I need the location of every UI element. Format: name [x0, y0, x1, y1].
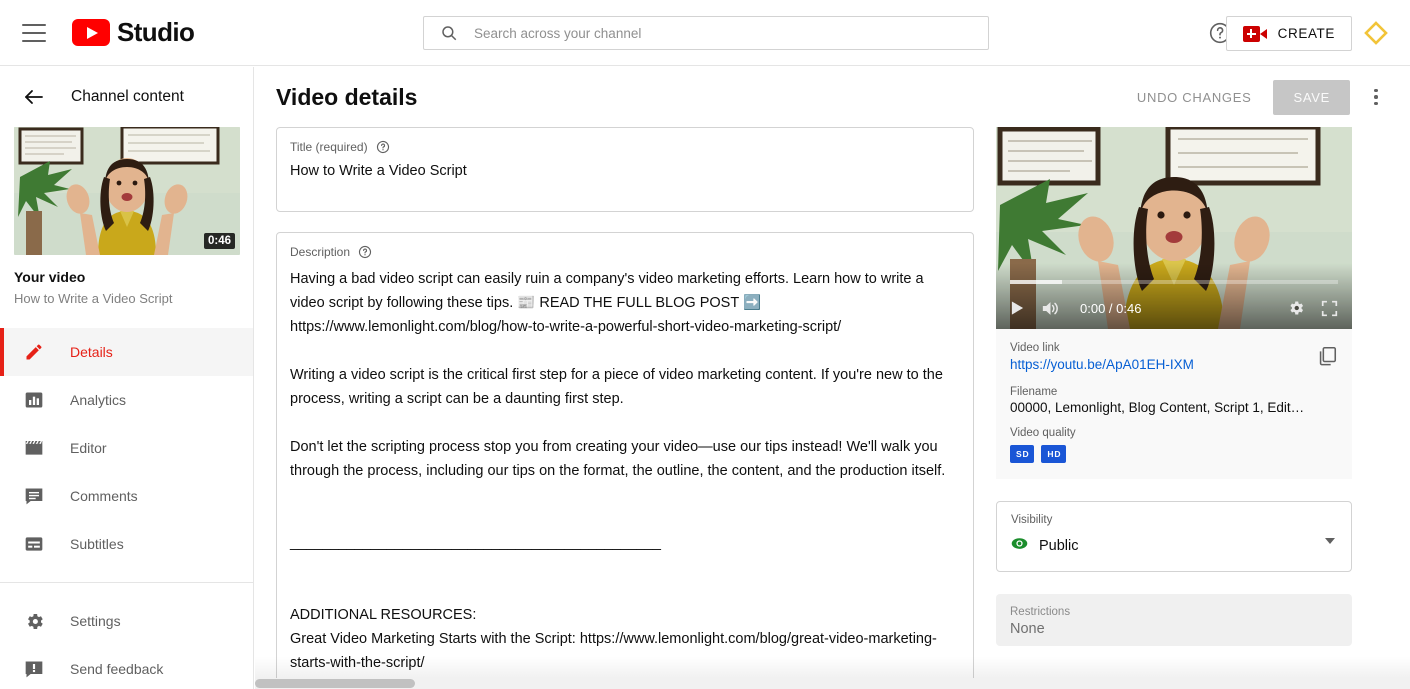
video-details-header: Video details UNDO CHANGES SAVE [255, 67, 1410, 127]
copy-icon[interactable] [1316, 345, 1338, 372]
sidebar-item-subtitles[interactable]: Subtitles [0, 520, 253, 568]
sidebar-divider [0, 582, 253, 583]
player-progress-filled [1010, 280, 1063, 284]
more-vertical-icon[interactable] [1364, 85, 1388, 109]
description-field-label-row: Description [290, 245, 960, 259]
comment-icon [22, 484, 46, 508]
details-left-column: Title (required) How to Write a Video Sc… [276, 127, 974, 689]
video-preview-box: 0:00 / 0:46 Video link https://youtu.be/… [996, 127, 1352, 479]
visibility-label: Visibility [1011, 514, 1053, 526]
title-input-value[interactable]: How to Write a Video Script [290, 162, 960, 182]
sidebar-item-label: Settings [70, 613, 121, 629]
clapperboard-icon [22, 436, 46, 460]
description-field-label: Description [290, 245, 351, 259]
description-field-card[interactable]: Description Having a bad video script ca… [276, 232, 974, 689]
main-content: Video details UNDO CHANGES SAVE Title (r… [255, 67, 1410, 689]
video-player[interactable]: 0:00 / 0:46 [996, 127, 1352, 329]
search-icon [440, 24, 458, 42]
quality-badge-sd: SD [1010, 445, 1035, 463]
sidebar-video-title: How to Write a Video Script [14, 291, 173, 306]
account-avatar-icon[interactable] [1364, 21, 1388, 45]
video-quality-block: Video quality SD HD [1010, 427, 1338, 463]
sidebar-item-label: Analytics [70, 392, 127, 408]
details-body: Title (required) How to Write a Video Sc… [255, 127, 1410, 689]
play-icon[interactable] [1010, 300, 1025, 316]
visibility-dropdown[interactable]: Visibility Public [996, 501, 1352, 572]
create-button-label: CREATE [1277, 26, 1335, 41]
video-link-value[interactable]: https://youtu.be/ApA01EH-IXM [1010, 357, 1194, 372]
title-field-label-row: Title (required) [290, 140, 960, 154]
description-input-value[interactable]: Having a bad video script can easily rui… [290, 267, 960, 689]
your-video-label: Your video [14, 269, 86, 285]
video-link-label: Video link [1010, 342, 1060, 354]
video-quality-badges: SD HD [1010, 445, 1338, 463]
quality-badge-hd: HD [1041, 445, 1067, 463]
sidebar-item-comments[interactable]: Comments [0, 472, 253, 520]
sidebar-item-label: Comments [70, 488, 138, 504]
filename-value: 00000, Lemonlight, Blog Content, Script … [1010, 400, 1305, 415]
filename-label: Filename [1010, 386, 1058, 398]
horizontal-scrollbar-thumb[interactable] [255, 679, 415, 688]
fullscreen-icon[interactable] [1321, 300, 1338, 317]
sidebar-item-settings[interactable]: Settings [0, 597, 253, 645]
sidebar-item-label: Details [70, 344, 113, 360]
thumbnail-duration-badge: 0:46 [203, 233, 235, 249]
restrictions-label: Restrictions [1010, 606, 1071, 618]
sidebar-item-editor[interactable]: Editor [0, 424, 253, 472]
studio-brand-logo[interactable]: Studio [72, 17, 195, 48]
bar-chart-icon [22, 388, 46, 412]
sidebar-item-send-feedback[interactable]: Send feedback [0, 645, 253, 689]
sidebar-item-analytics[interactable]: Analytics [0, 376, 253, 424]
top-navigation-bar: Studio CREATE [0, 0, 1410, 66]
visibility-value: Public [1039, 538, 1079, 554]
horizontal-scrollbar[interactable] [255, 678, 1410, 689]
create-button[interactable]: CREATE [1225, 16, 1352, 51]
visibility-value-row: Public [1011, 535, 1337, 557]
title-field-card[interactable]: Title (required) How to Write a Video Sc… [276, 127, 974, 212]
video-thumbnail[interactable]: 0:46 [14, 127, 240, 255]
header-actions: UNDO CHANGES SAVE [1125, 79, 1388, 115]
hamburger-menu-icon[interactable] [22, 23, 46, 42]
search-bar[interactable] [423, 16, 989, 50]
video-info-panel: Video link https://youtu.be/ApA01EH-IXM … [996, 329, 1352, 479]
chevron-down-icon[interactable] [1325, 538, 1335, 544]
title-field-label: Title (required) [290, 140, 368, 154]
undo-changes-button[interactable]: UNDO CHANGES [1125, 81, 1264, 114]
feedback-icon [22, 657, 46, 681]
channel-content-title: Channel content [71, 88, 184, 105]
left-sidebar: Channel content 0:46 Your video How to W… [0, 67, 254, 689]
page-title: Video details [276, 83, 418, 110]
sidebar-item-label: Editor [70, 440, 107, 456]
pencil-icon [22, 340, 46, 364]
back-arrow-icon[interactable] [22, 85, 46, 109]
player-time-display: 0:00 / 0:46 [1080, 300, 1142, 316]
restrictions-value: None [1010, 621, 1045, 637]
restrictions-card: Restrictions None [996, 594, 1352, 646]
help-circle-icon[interactable] [376, 140, 390, 154]
help-circle-icon[interactable] [358, 245, 372, 259]
player-controls: 0:00 / 0:46 [996, 287, 1352, 329]
sidebar-navigation: Details Analytics Editor Comments Subtit… [0, 328, 253, 689]
subtitles-icon [22, 532, 46, 556]
sidebar-item-details[interactable]: Details [0, 328, 253, 376]
filename-block: Filename 00000, Lemonlight, Blog Content… [1010, 386, 1338, 415]
player-progress-bar[interactable] [1010, 280, 1338, 284]
save-button[interactable]: SAVE [1273, 79, 1350, 115]
gear-icon [22, 609, 46, 633]
gear-icon[interactable] [1287, 299, 1305, 317]
volume-icon[interactable] [1041, 300, 1060, 317]
video-quality-label: Video quality [1010, 427, 1076, 439]
brand-label: Studio [117, 17, 195, 47]
player-right-controls [1287, 299, 1338, 317]
search-input[interactable] [474, 25, 988, 41]
details-right-column: 0:00 / 0:46 Video link https://youtu.be/… [996, 127, 1352, 689]
channel-content-header: Channel content [0, 67, 253, 127]
youtube-logo-icon [72, 19, 110, 46]
sidebar-video-meta: Your video How to Write a Video Script [0, 255, 253, 306]
video-camera-plus-icon [1242, 25, 1267, 42]
sidebar-item-label: Subtitles [70, 536, 124, 552]
sidebar-item-label: Send feedback [70, 661, 164, 677]
public-eye-icon [1011, 535, 1028, 557]
